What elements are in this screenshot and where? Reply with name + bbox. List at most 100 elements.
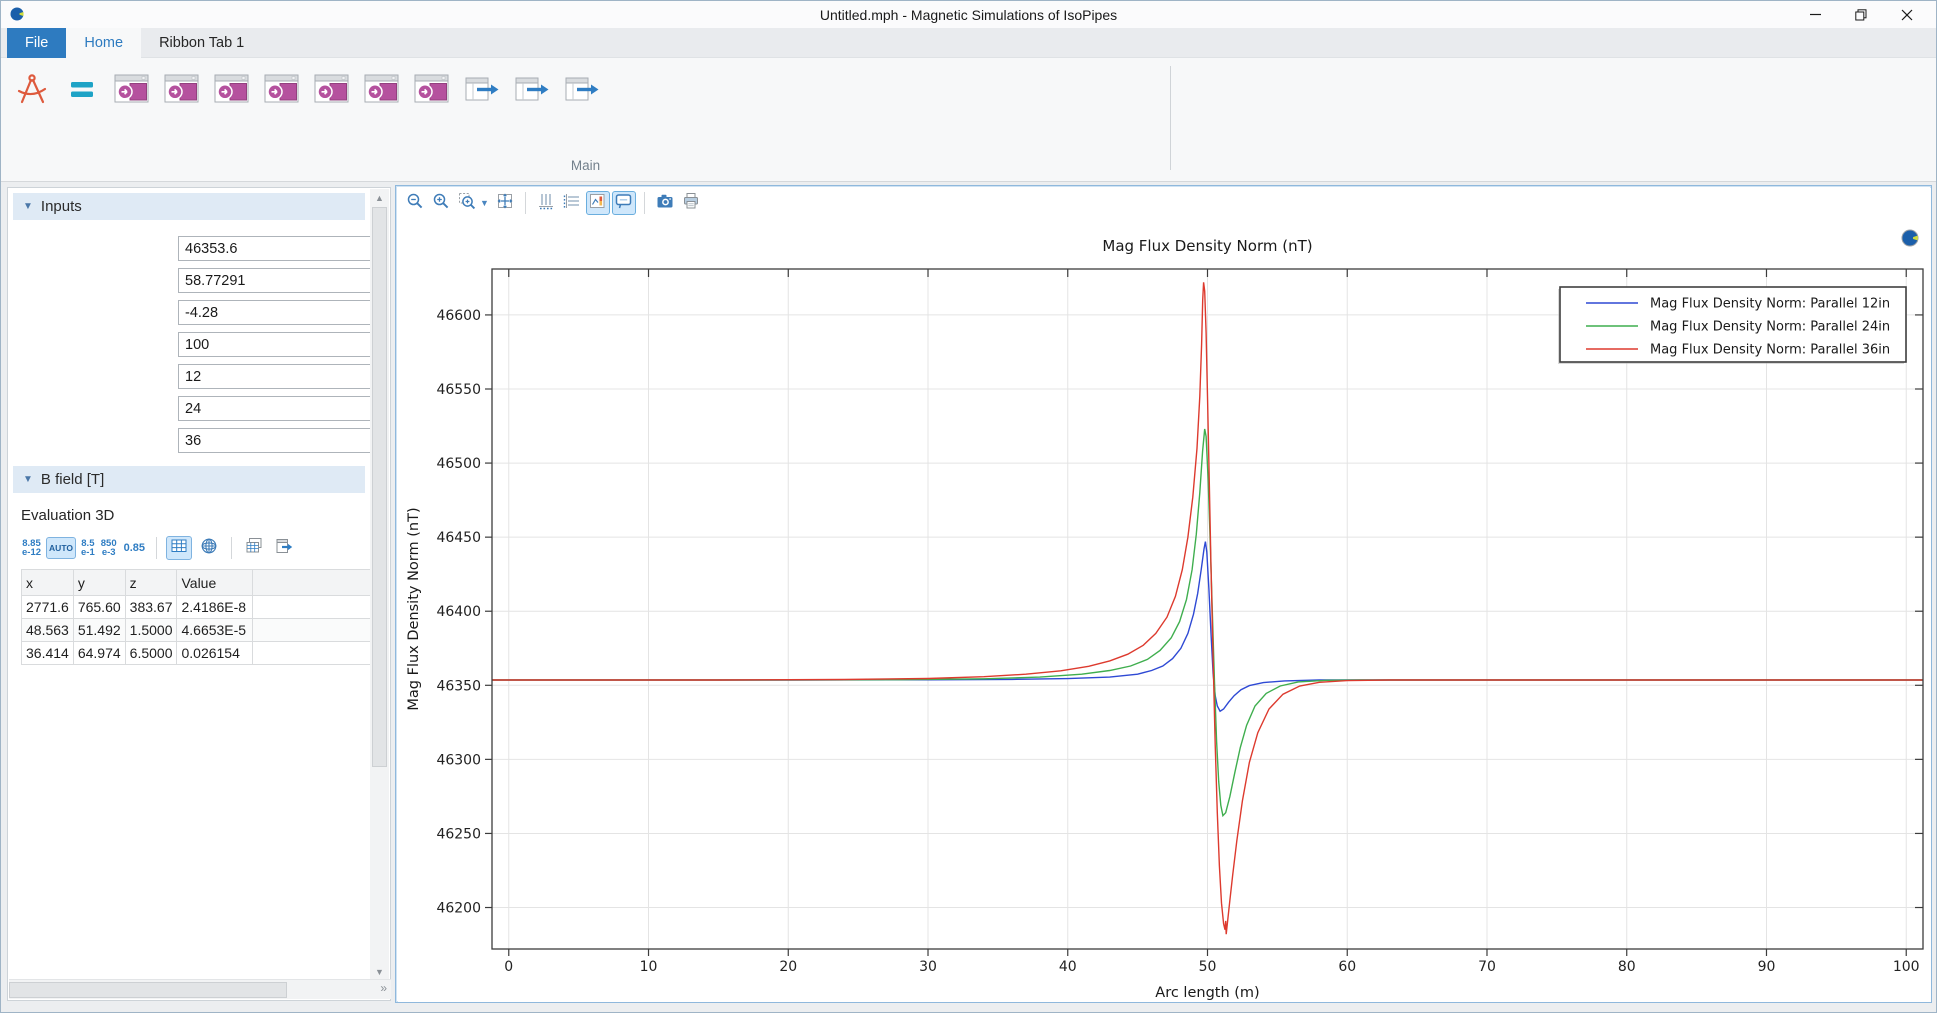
input-row [9,361,371,393]
ribbon-main-group [7,64,607,160]
graphics-panel: ▼ 01020304050607080901004620046250463004… [395,185,1932,1003]
table-row[interactable]: 36.41464.9746.50000.026154 [22,642,371,665]
plot-parallel-bx-button[interactable] [307,64,357,160]
print-button[interactable] [679,191,703,215]
input-field-3[interactable] [178,332,371,357]
minimize-button[interactable] [1792,1,1838,28]
input-row [9,425,371,457]
column-header[interactable]: Value [177,570,253,596]
export-icon [514,70,550,108]
table-cell: 383.67 [125,596,177,619]
zoom-in-button[interactable] [403,191,427,215]
ribbon: Main [1,58,1936,182]
scroll-down-icon[interactable]: ▼ [370,964,389,980]
column-header[interactable]: y [73,570,125,596]
left-panel-horizontal-scrollbar[interactable]: » [9,979,391,999]
plot-total-field-3m-button[interactable] [157,64,207,160]
table-row[interactable]: 48.56351.4921.50004.6653E-5 [22,619,371,642]
window-title: Untitled.mph - Magnetic Simulations of I… [1,7,1936,23]
svg-text:Mag Flux Density Norm: Paralle: Mag Flux Density Norm: Parallel 24in [1650,320,1890,335]
export-icon [564,70,600,108]
image-snapshot-button[interactable] [653,191,677,215]
table-cell [253,642,371,665]
close-button[interactable] [1884,1,1930,28]
svg-text:100: 100 [1893,959,1920,975]
precision-850e-3-button[interactable]: 850e-3 [98,539,120,558]
show-legends-button[interactable] [586,191,610,215]
auto-precision-button[interactable]: AUTO [46,537,76,559]
zoom-extents-button[interactable] [493,191,517,215]
export-data-1-button[interactable] [457,64,507,160]
input-field-2[interactable] [178,300,371,325]
zoom-out-button[interactable] [429,191,453,215]
plot-parallel-by-button[interactable] [357,64,407,160]
svg-text:80: 80 [1618,959,1636,975]
horizontal-scroll-thumb[interactable] [9,982,287,998]
plot-total-field-1m-button[interactable] [107,64,157,160]
evaluation-3d-label: Evaluation 3D [21,507,114,524]
plot-total-field-5m-button[interactable] [207,64,257,160]
svg-text:0: 0 [504,959,513,975]
section-header-bfield[interactable]: ▼ B field [T] [13,466,365,493]
toolbar-separator [156,537,157,559]
section-title: Inputs [41,198,82,215]
column-header[interactable] [253,570,371,596]
y-axis-settings-button[interactable] [560,191,584,215]
geometry-button[interactable] [7,64,57,160]
table-cell: 1.5000 [125,619,177,642]
precision-8-85e-12-button[interactable]: 8.85e-12 [19,539,44,558]
input-field-4[interactable] [178,364,371,389]
plot-parallel-b-button[interactable] [257,64,307,160]
precision-8-5e-1-button[interactable]: 8.5e-1 [78,539,98,558]
input-field-5[interactable] [178,396,371,421]
scroll-up-icon[interactable]: ▲ [370,190,389,206]
input-row [9,297,371,329]
column-header[interactable]: x [22,570,74,596]
export-icon [464,70,500,108]
scroll-right-icon[interactable]: » [380,981,387,995]
table-cell: 48.563 [22,619,74,642]
vertical-scroll-thumb[interactable] [372,207,387,767]
section-header-inputs[interactable]: ▼ Inputs [13,193,365,220]
show-tooltips-button[interactable] [612,191,636,215]
tab-home[interactable]: Home [66,28,141,58]
precision-0-85-button[interactable]: 0.85 [120,542,149,554]
plot-parallel-bz-button[interactable] [407,64,457,160]
x-axis-settings-button[interactable] [534,191,558,215]
left-panel-vertical-scrollbar[interactable]: ▲ ▼ [370,189,389,981]
input-field-0[interactable] [178,236,371,261]
column-header[interactable]: z [125,570,177,596]
geometry-icon [14,70,50,108]
plot-icon [314,70,350,108]
table-row[interactable]: 2771.6765.60383.672.4186E-8 [22,596,371,619]
export-data-3-button[interactable] [557,64,607,160]
input-field-6[interactable] [178,428,371,453]
restore-button[interactable] [1838,1,1884,28]
sphere-view-button[interactable] [196,536,222,560]
tab-file[interactable]: File [7,28,66,58]
export-data-2-button[interactable] [507,64,557,160]
svg-text:46500: 46500 [436,456,481,472]
collapse-caret-icon: ▼ [23,201,33,212]
svg-text:46450: 46450 [436,530,481,546]
svg-text:46200: 46200 [436,901,481,917]
input-field-1[interactable] [178,268,371,293]
table-cell: 64.974 [73,642,125,665]
svg-text:46600: 46600 [436,308,481,324]
zoom-in-icon [406,192,424,215]
results-table-body: 2771.6765.60383.672.4186E-848.56351.4921… [22,596,371,665]
export-table-button[interactable] [271,536,297,560]
y-axis-label: Mag Flux Density Norm (nT) [406,507,422,710]
app-window: Untitled.mph - Magnetic Simulations of I… [0,0,1937,1013]
x-axis-label: Arc length (m) [1155,985,1259,1001]
plot-icon [414,70,450,108]
table-view-button[interactable] [166,536,192,560]
plot-icon [264,70,300,108]
copy-table-button[interactable] [241,536,267,560]
plot-canvas[interactable]: 0102030405060708090100462004625046300463… [398,218,1931,1002]
compute-button[interactable] [57,64,107,160]
tab-ribbon-tab-1[interactable]: Ribbon Tab 1 [141,28,262,58]
dropdown-caret-icon[interactable]: ▼ [480,198,489,208]
zoom-box-button[interactable] [455,191,479,215]
svg-text:46400: 46400 [436,604,481,620]
